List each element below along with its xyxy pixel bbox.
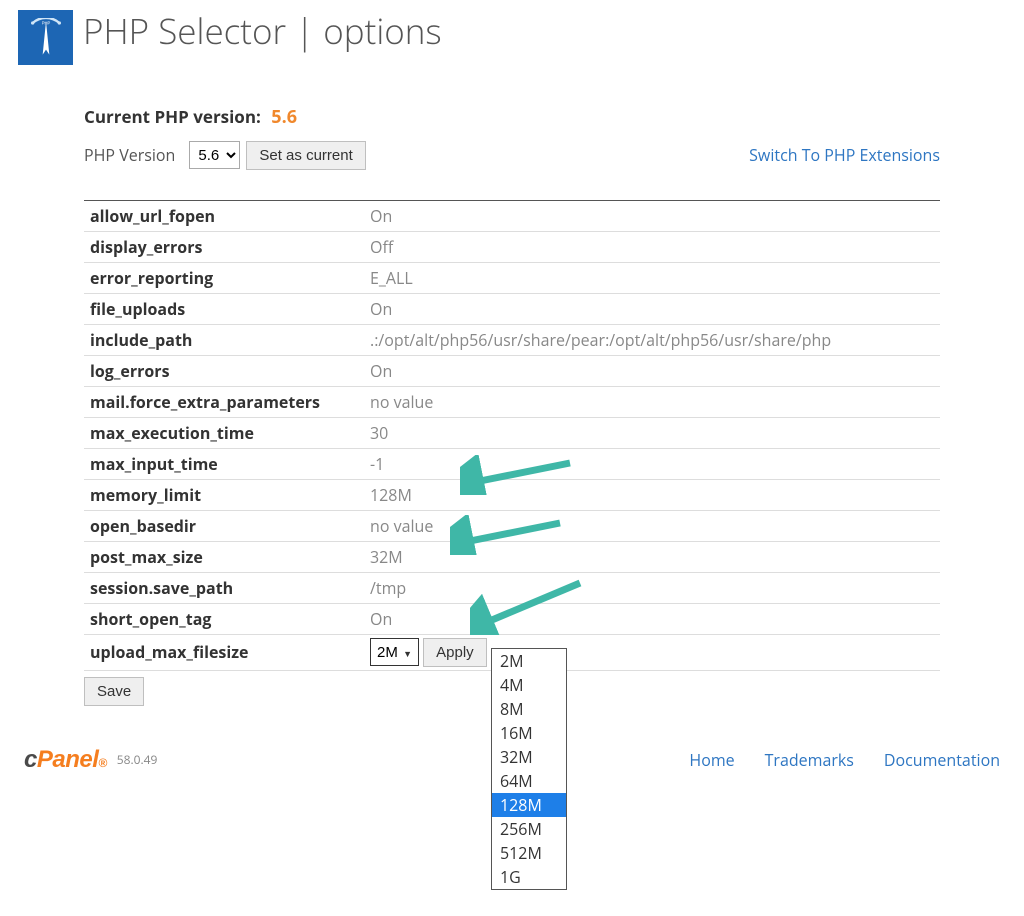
option-row: open_basedirno value <box>84 510 940 541</box>
option-name: file_uploads <box>84 293 364 324</box>
dropdown-option[interactable]: 32M <box>492 745 566 769</box>
option-name: display_errors <box>84 231 364 262</box>
set-as-current-button[interactable]: Set as current <box>246 141 365 170</box>
switch-extensions-link[interactable]: Switch To PHP Extensions <box>749 144 940 166</box>
option-name: log_errors <box>84 355 364 386</box>
option-name: max_input_time <box>84 448 364 479</box>
php-version-label: PHP Version <box>84 137 175 174</box>
option-row: allow_url_fopenOn <box>84 200 940 231</box>
dropdown-option[interactable]: 2M <box>492 649 566 673</box>
option-value[interactable]: -1 <box>364 448 940 479</box>
option-value[interactable]: On <box>364 200 940 231</box>
save-button[interactable]: Save <box>84 677 144 706</box>
option-name: include_path <box>84 324 364 355</box>
option-value[interactable]: E_ALL <box>364 262 940 293</box>
option-name: allow_url_fopen <box>84 200 364 231</box>
option-row: memory_limit128M <box>84 479 940 510</box>
option-value-editing: 2M Apply <box>364 634 940 670</box>
upload-max-filesize-select[interactable]: 2M <box>370 638 419 666</box>
option-value[interactable]: no value <box>364 510 940 541</box>
current-version-row: Current PHP version: 5.6 <box>84 105 940 129</box>
dropdown-option[interactable]: 64M <box>492 769 566 793</box>
footer-trademarks-link[interactable]: Trademarks <box>765 749 854 771</box>
option-row: mail.force_extra_parametersno value <box>84 386 940 417</box>
option-row: post_max_size32M <box>84 541 940 572</box>
option-name: upload_max_filesize <box>84 634 364 670</box>
dropdown-option[interactable]: 16M <box>492 721 566 745</box>
option-name: short_open_tag <box>84 603 364 634</box>
svg-text:PHP: PHP <box>41 20 50 25</box>
option-value[interactable]: 32M <box>364 541 940 572</box>
option-value[interactable]: On <box>364 355 940 386</box>
dropdown-option[interactable]: 8M <box>492 697 566 721</box>
option-name: post_max_size <box>84 541 364 572</box>
dropdown-option[interactable]: 4M <box>492 673 566 697</box>
option-row: file_uploadsOn <box>84 293 940 324</box>
current-version-value: 5.6 <box>271 105 297 129</box>
option-name: error_reporting <box>84 262 364 293</box>
dropdown-option[interactable]: 128M <box>492 793 566 817</box>
option-name: mail.force_extra_parameters <box>84 386 364 417</box>
option-value[interactable]: Off <box>364 231 940 262</box>
apply-button[interactable]: Apply <box>423 638 487 667</box>
version-selector-row: PHP Version 5.6 Set as current Switch To… <box>84 137 940 174</box>
php-selector-icon: PHP <box>18 10 73 65</box>
option-row: session.save_path/tmp <box>84 572 940 603</box>
option-value[interactable]: .:/opt/alt/php56/usr/share/pear:/opt/alt… <box>364 324 940 355</box>
dropdown-option[interactable]: 512M <box>492 841 566 865</box>
footer-links: Home Trademarks Documentation <box>689 749 1000 771</box>
option-value[interactable]: On <box>364 293 940 324</box>
option-row: max_execution_time30 <box>84 417 940 448</box>
page-header: PHP PHP Selector | options <box>0 0 1024 75</box>
option-name: max_execution_time <box>84 417 364 448</box>
option-row: short_open_tagOn <box>84 603 940 634</box>
current-version-label: Current PHP version: <box>84 105 261 128</box>
option-name: open_basedir <box>84 510 364 541</box>
content-area: Current PHP version: 5.6 PHP Version 5.6… <box>0 105 1024 706</box>
option-value[interactable]: 128M <box>364 479 940 510</box>
option-row: max_input_time-1 <box>84 448 940 479</box>
page-title: PHP Selector | options <box>83 10 442 52</box>
option-row: display_errorsOff <box>84 231 940 262</box>
option-value[interactable]: /tmp <box>364 572 940 603</box>
upload-max-filesize-dropdown-list[interactable]: 2M4M8M16M32M64M128M256M512M1G <box>491 648 567 890</box>
option-row: log_errorsOn <box>84 355 940 386</box>
option-value[interactable]: On <box>364 603 940 634</box>
option-name: session.save_path <box>84 572 364 603</box>
option-row: include_path.:/opt/alt/php56/usr/share/p… <box>84 324 940 355</box>
footer-home-link[interactable]: Home <box>689 749 734 771</box>
dropdown-option[interactable]: 256M <box>492 817 566 841</box>
dropdown-option[interactable]: 1G <box>492 865 566 889</box>
cpanel-logo: cPanel® <box>24 746 107 774</box>
option-value[interactable]: 30 <box>364 417 940 448</box>
php-options-table: allow_url_fopenOndisplay_errorsOfferror_… <box>84 200 940 671</box>
option-name: memory_limit <box>84 479 364 510</box>
footer-documentation-link[interactable]: Documentation <box>884 749 1000 771</box>
option-value[interactable]: no value <box>364 386 940 417</box>
php-version-select[interactable]: 5.6 <box>189 141 240 169</box>
cpanel-version: 58.0.49 <box>117 751 158 768</box>
option-row: error_reportingE_ALL <box>84 262 940 293</box>
